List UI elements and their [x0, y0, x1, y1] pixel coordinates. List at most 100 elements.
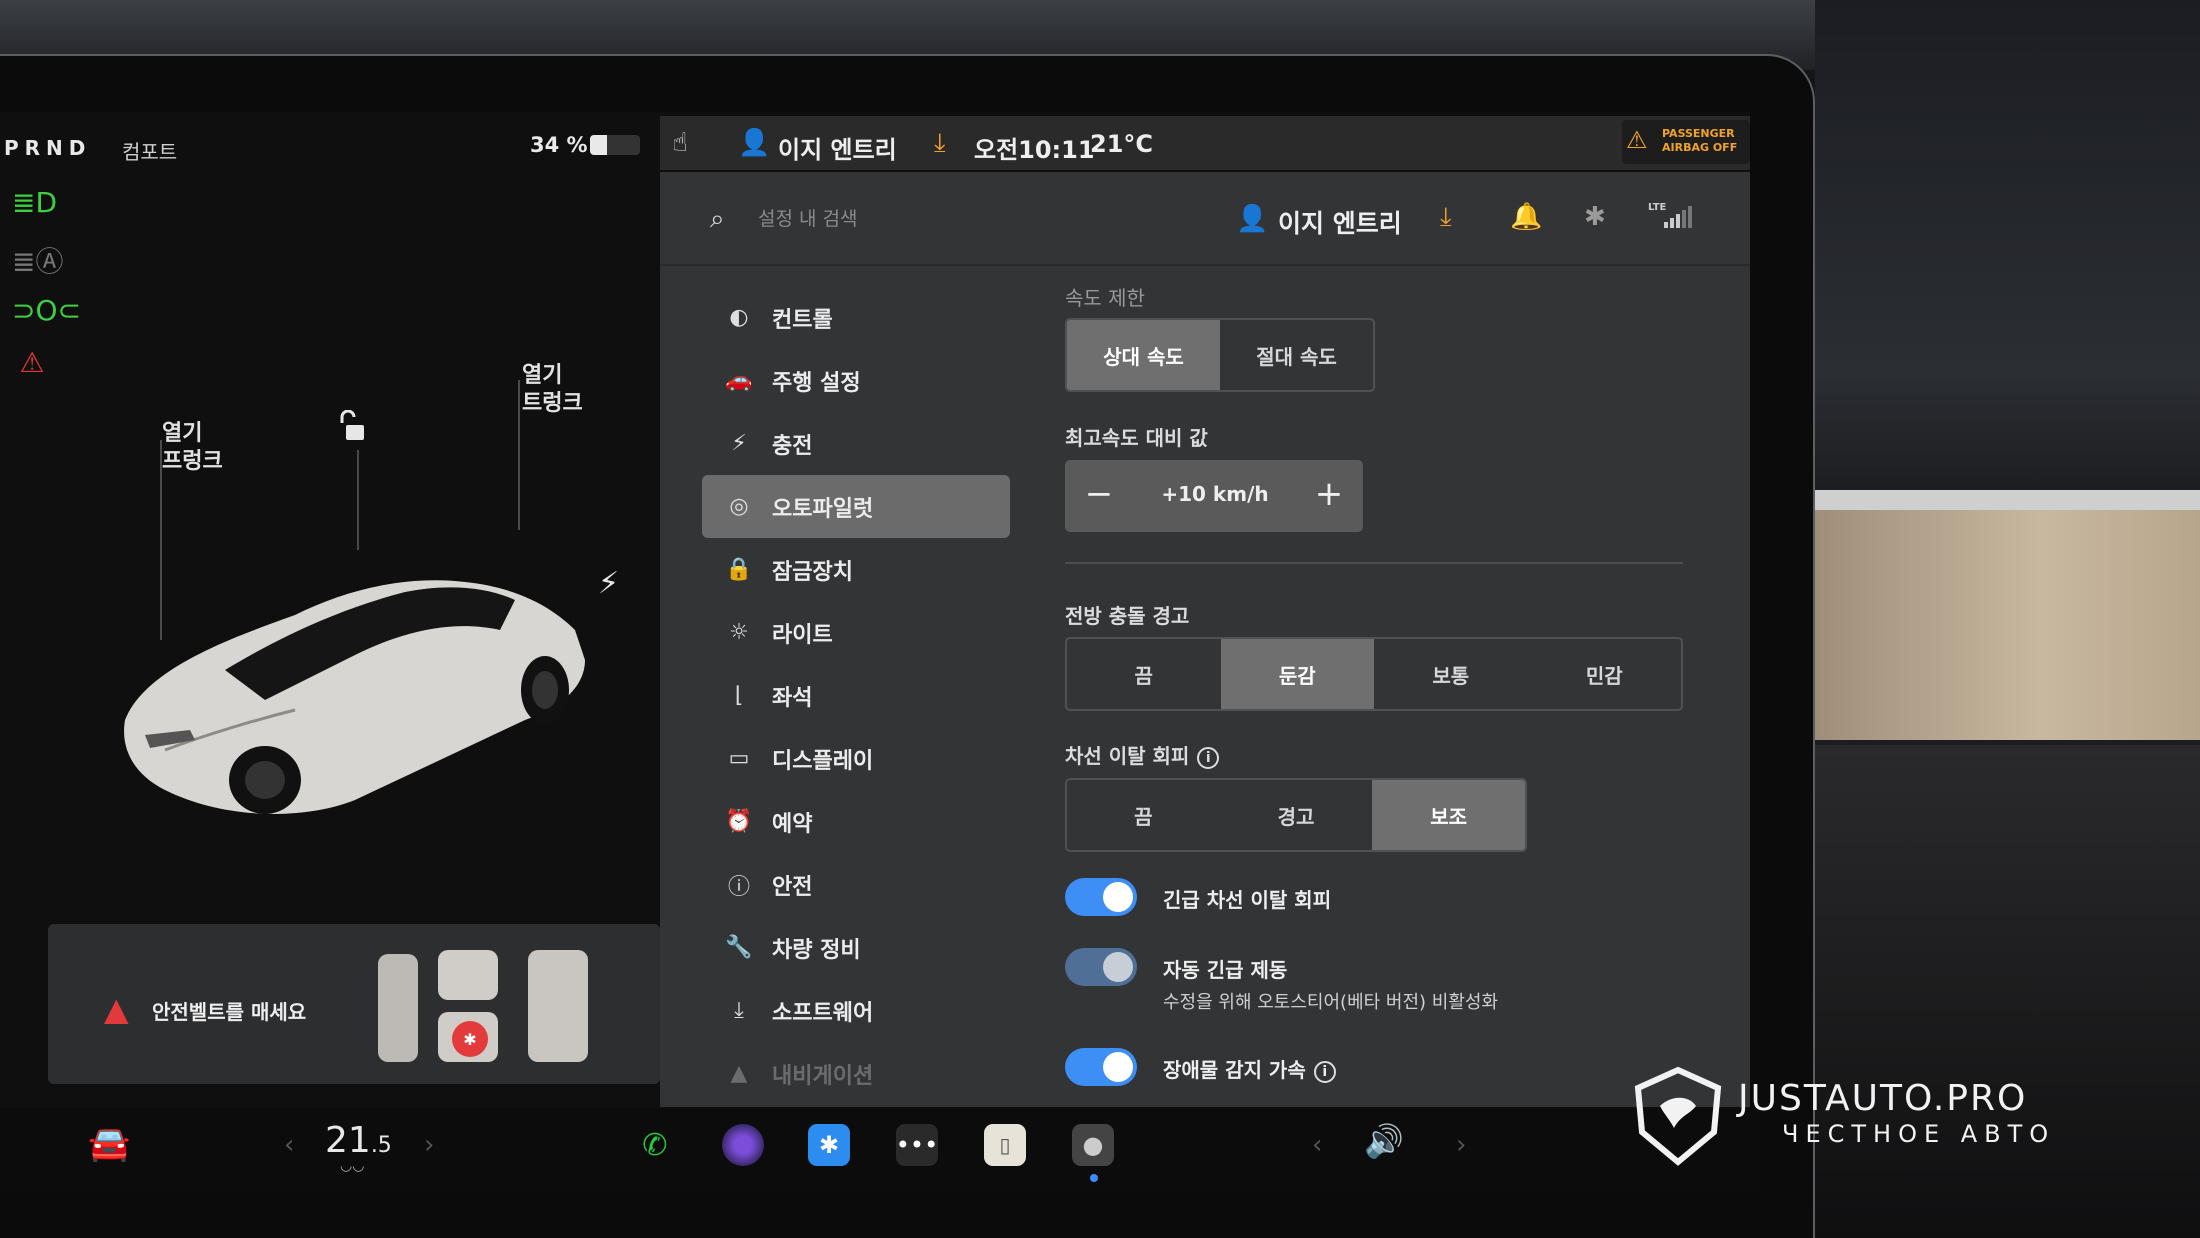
dashboard-wood	[1800, 510, 2200, 740]
volume-down-chevron-icon[interactable]: ‹	[1312, 1130, 1322, 1160]
temp-down-chevron-icon[interactable]: ‹	[284, 1130, 294, 1160]
temp-fraction: .5	[370, 1133, 392, 1158]
open-frunk-button[interactable]: 열기 프렁크	[162, 420, 223, 476]
nav-item-label: 차량 정비	[772, 937, 861, 963]
seat-occupancy-diagram: ✱	[378, 950, 588, 1062]
forward-collision-option[interactable]: 끔	[1067, 639, 1221, 709]
volume-icon[interactable]: 🔊	[1364, 1122, 1404, 1160]
download-icon[interactable]: ⤓	[1440, 202, 1452, 233]
bell-icon[interactable]: 🔔	[1510, 202, 1542, 232]
forward-collision-segmented: 끔 둔감 보통 민감	[1065, 637, 1683, 711]
nav-item-label: 좌석	[772, 685, 813, 711]
auto-emergency-braking-note: 수정을 위해 오토스티어(베타 버전) 비활성화	[1163, 992, 1499, 1013]
speed-limit-option[interactable]: 상대 속도	[1067, 320, 1220, 390]
nav-item[interactable]: 🚗 주행 설정	[702, 349, 1010, 412]
nav-item[interactable]: ☼ 라이트	[702, 601, 1010, 664]
lane-departure-segmented: 끔 경고 보조	[1065, 778, 1527, 852]
decrease-button[interactable]: −	[1079, 476, 1119, 516]
toggle-icon: ◐	[729, 305, 749, 330]
svg-text:✱: ✱	[463, 1030, 476, 1049]
airbag-line2: AIRBAG OFF	[1662, 141, 1738, 154]
forward-collision-option[interactable]: 보통	[1374, 639, 1528, 709]
settings-search-input[interactable]	[758, 202, 1058, 236]
seat-heater-icon[interactable]: ◡◡	[340, 1158, 364, 1174]
bluetooth-icon[interactable]: ✱	[1584, 202, 1606, 232]
nav-item[interactable]: ⤓ 소프트웨어	[702, 979, 1010, 1042]
nav-item-label: 라이트	[772, 622, 833, 648]
more-apps-icon[interactable]: •••	[896, 1124, 938, 1166]
display-icon: ▭	[728, 746, 750, 771]
nav-item[interactable]: ⓘ 안전	[702, 853, 1010, 916]
camera-app-icon[interactable]	[722, 1124, 764, 1166]
car-icon: 🚗	[725, 368, 753, 393]
user-icon: 👤	[1236, 204, 1269, 234]
profile-name[interactable]: 이지 엔트리	[1278, 204, 1402, 240]
lane-departure-option[interactable]: 끔	[1067, 780, 1220, 850]
info-icon[interactable]: i	[1197, 746, 1220, 769]
nav-item[interactable]: ⌊ 좌석	[702, 664, 1010, 727]
frunk-label-line2: 프렁크	[162, 449, 223, 474]
nav-item-label: 컨트롤	[772, 307, 833, 333]
forward-collision-option[interactable]: 둔감	[1220, 639, 1374, 709]
forward-collision-option[interactable]: 민감	[1528, 639, 1682, 709]
emergency-lane-toggle[interactable]	[1065, 878, 1137, 916]
offset-label: 최고속도 대비 값	[1065, 426, 1208, 450]
nav-item[interactable]: 🔧 차량 정비	[702, 916, 1010, 979]
wrench-icon: 🔧	[725, 935, 753, 960]
increase-button[interactable]: +	[1309, 476, 1349, 516]
auto-emergency-braking-label: 자동 긴급 제동	[1163, 958, 1288, 982]
nav-item[interactable]: ⏰ 예약	[702, 790, 1010, 853]
lane-departure-label: 차선 이탈 회피 i	[1065, 740, 1220, 769]
dashcam-icon[interactable]: ●	[1072, 1124, 1114, 1166]
nav-item[interactable]: 🔒 잠금장치	[702, 538, 1010, 601]
obstacle-acceleration-toggle[interactable]	[1065, 1048, 1137, 1086]
tap-icon[interactable]: ☝	[672, 128, 688, 158]
open-trunk-button[interactable]: 열기 트렁크	[522, 362, 583, 418]
driver-profile[interactable]: 이지 엔트리	[778, 130, 897, 165]
unlock-icon[interactable]	[338, 409, 372, 444]
manual-icon[interactable]: ▯	[984, 1124, 1026, 1166]
nav-item-label: 오토파일럿	[772, 496, 874, 522]
lane-departure-option[interactable]: 경고	[1220, 780, 1373, 850]
signal-bars-icon	[1664, 206, 1692, 228]
lock-icon: 🔒	[725, 557, 753, 582]
frunk-label-line1: 열기	[162, 421, 203, 446]
settings-panel: ⌕ 👤 이지 엔트리 ⤓ 🔔 ✱ LTE ◐ 컨트롤 🚗 주행 설정 ⚡ 충전 ◎ 오토파일럿…	[660, 172, 1750, 1107]
bolt-icon: ⚡	[731, 431, 747, 456]
nav-item[interactable]: ⚡ 충전	[702, 412, 1010, 475]
speed-limit-option[interactable]: 절대 속도	[1220, 320, 1373, 390]
headlight-icon: ≣D	[12, 186, 58, 219]
user-icon: 👤	[738, 128, 771, 158]
section-divider	[1065, 562, 1683, 564]
nav-item[interactable]: ◎ 오토파일럿	[702, 475, 1010, 538]
nav-item[interactable]: ▲ 내비게이션	[702, 1042, 1010, 1105]
cabin-temperature[interactable]: 21.5	[325, 1120, 392, 1161]
nav-item[interactable]: ▭ 디스플레이	[702, 727, 1010, 790]
bluetooth-app-icon[interactable]: ✱	[808, 1124, 850, 1166]
trunk-leader-line	[518, 380, 520, 530]
navigation-icon: ▲	[730, 1061, 748, 1086]
download-icon: ⤓	[734, 998, 744, 1023]
temp-up-chevron-icon[interactable]: ›	[424, 1130, 434, 1160]
nav-item[interactable]: ◐ 컨트롤	[702, 286, 1010, 349]
steering-wheel-icon: ◎	[729, 494, 749, 519]
emergency-lane-label: 긴급 차선 이탈 회피	[1163, 888, 1332, 912]
phone-icon[interactable]: ✆	[634, 1124, 676, 1166]
download-icon[interactable]: ⤓	[934, 128, 946, 159]
settings-nav: ◐ 컨트롤 🚗 주행 설정 ⚡ 충전 ◎ 오토파일럿 🔒 잠금장치 ☼ 라이트 ⌊ 좌석 ▭ 디스플레이 ⏰ 예약…	[702, 286, 1022, 1105]
obstacle-acceleration-label-text: 장애물 감지 가속	[1163, 1058, 1306, 1082]
nav-item-label: 잠금장치	[772, 559, 853, 585]
lane-departure-label-text: 차선 이탈 회피	[1065, 744, 1190, 768]
watermark-subtitle: ЧЕСТНОЕ АВТО	[1782, 1120, 2056, 1148]
volume-up-chevron-icon[interactable]: ›	[1456, 1130, 1466, 1160]
info-icon[interactable]: i	[1313, 1060, 1336, 1083]
search-icon[interactable]: ⌕	[710, 204, 725, 235]
airbag-icon: ⚠	[1626, 126, 1648, 154]
bottom-bar: 🚘 ‹ 21.5 ◡◡ › ✆ ✱ ••• ▯ ● ‹ 🔊 ›	[0, 1108, 1760, 1192]
speed-limit-segmented: 상대 속도 절대 속도	[1065, 318, 1375, 392]
lane-departure-option[interactable]: 보조	[1372, 780, 1525, 850]
dashboard-trim	[1800, 490, 2200, 512]
seat-icon: ⌊	[734, 683, 744, 708]
car-icon[interactable]: 🚘	[88, 1124, 130, 1164]
speed-limit-label: 속도 제한	[1065, 286, 1145, 310]
